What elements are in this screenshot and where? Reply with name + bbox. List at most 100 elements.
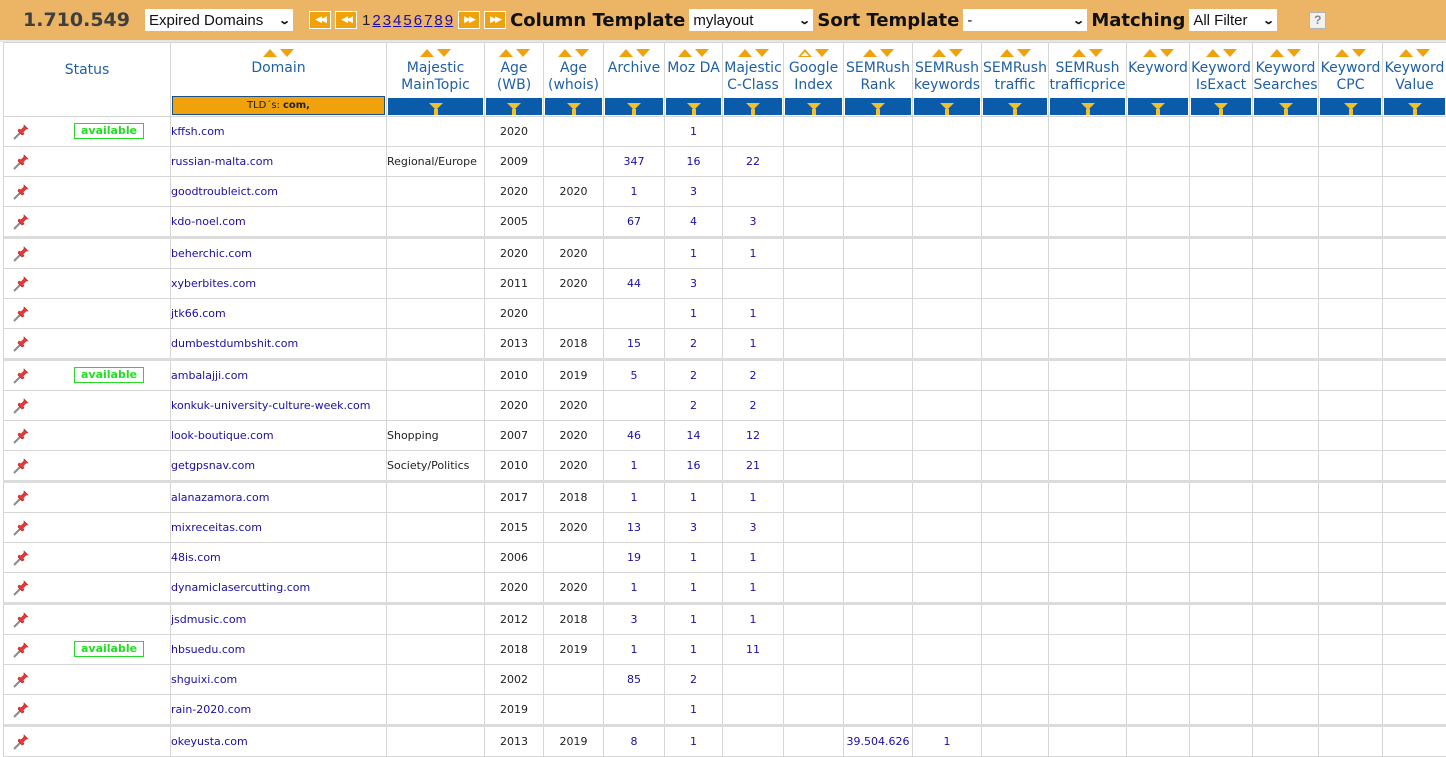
archive-link[interactable]: 1 — [631, 581, 638, 594]
archive-link[interactable]: 85 — [627, 673, 641, 686]
page-link[interactable]: 7 — [424, 12, 432, 29]
semrush-rank-link[interactable]: 39.504.626 — [847, 735, 910, 748]
archive-link[interactable]: 1 — [631, 491, 638, 504]
domain-link[interactable]: goodtroubleict.com — [171, 185, 278, 198]
column-filter-button[interactable] — [1254, 98, 1317, 115]
domain-link[interactable]: okeyusta.com — [171, 735, 248, 748]
semrush-keywords-link[interactable]: 1 — [944, 735, 951, 748]
domain-link[interactable]: rain-2020.com — [171, 703, 251, 716]
sort-ascending-icon[interactable] — [1143, 49, 1157, 57]
column-filter-button[interactable] — [545, 98, 602, 115]
sort-descending-icon[interactable] — [1223, 49, 1237, 57]
moz-da-link[interactable]: 1 — [690, 551, 697, 564]
page-link[interactable]: 3 — [383, 12, 391, 29]
domain-link[interactable]: jsdmusic.com — [171, 613, 246, 626]
sort-descending-icon[interactable] — [1416, 49, 1430, 57]
pin-icon[interactable] — [12, 457, 30, 475]
column-title[interactable]: SEMRush keywords — [913, 60, 981, 98]
column-filter-button[interactable] — [605, 98, 663, 115]
moz-da-link[interactable]: 1 — [690, 735, 697, 748]
domain-link[interactable]: getgpsnav.com — [171, 459, 255, 472]
sort-ascending-icon[interactable] — [738, 49, 752, 57]
cclass-link[interactable]: 12 — [746, 429, 760, 442]
cclass-link[interactable]: 2 — [750, 399, 757, 412]
cclass-link[interactable]: 1 — [750, 307, 757, 320]
sort-template-select[interactable]: - ⌄ — [963, 9, 1087, 31]
pin-icon[interactable] — [12, 427, 30, 445]
column-filter-button[interactable] — [1128, 98, 1188, 115]
column-title[interactable]: Keyword — [1127, 60, 1189, 98]
moz-da-link[interactable]: 1 — [690, 643, 697, 656]
archive-link[interactable]: 5 — [631, 369, 638, 382]
sort-ascending-icon[interactable] — [1270, 49, 1284, 57]
domain-link[interactable]: dumbestdumbshit.com — [171, 337, 298, 350]
archive-link[interactable]: 347 — [624, 155, 645, 168]
moz-da-link[interactable]: 2 — [690, 369, 697, 382]
column-filter-button[interactable] — [486, 98, 542, 115]
pin-icon[interactable] — [12, 489, 30, 507]
cclass-link[interactable]: 1 — [750, 491, 757, 504]
pin-icon[interactable] — [12, 153, 30, 171]
column-filter-button[interactable] — [785, 98, 842, 115]
pin-icon[interactable] — [12, 397, 30, 415]
matching-select[interactable]: All Filter ⌄ — [1189, 9, 1277, 31]
domain-link[interactable]: ambalajji.com — [171, 369, 248, 382]
pin-icon[interactable] — [12, 275, 30, 293]
column-title[interactable]: Archive — [604, 60, 664, 98]
moz-da-link[interactable]: 1 — [690, 247, 697, 260]
sort-descending-icon[interactable] — [755, 49, 769, 57]
domain-link[interactable]: beherchic.com — [171, 247, 252, 260]
domain-link[interactable]: konkuk-university-culture-week.com — [171, 399, 370, 412]
column-title[interactable]: Majestic C-Class — [723, 60, 783, 98]
sort-descending-icon[interactable] — [880, 49, 894, 57]
column-title[interactable]: SEMRush trafficprice — [1049, 60, 1126, 98]
domain-link[interactable]: shguixi.com — [171, 673, 237, 686]
moz-da-link[interactable]: 2 — [690, 337, 697, 350]
tld-filter[interactable]: TLD´s:com, — [172, 96, 385, 115]
page-link[interactable]: 9 — [445, 12, 453, 29]
cclass-link[interactable]: 1 — [750, 581, 757, 594]
cclass-link[interactable]: 21 — [746, 459, 760, 472]
cclass-link[interactable]: 1 — [750, 613, 757, 626]
domain-link[interactable]: 48is.com — [171, 551, 221, 564]
moz-da-link[interactable]: 3 — [690, 185, 697, 198]
column-title[interactable]: Keyword IsExact — [1190, 60, 1252, 98]
archive-link[interactable]: 46 — [627, 429, 641, 442]
previous-page-icon[interactable]: ◀◀ — [335, 11, 357, 29]
column-title[interactable]: SEMRush Rank — [844, 60, 912, 98]
archive-link[interactable]: 19 — [627, 551, 641, 564]
sort-descending-icon[interactable] — [1287, 49, 1301, 57]
archive-link[interactable]: 13 — [627, 521, 641, 534]
sort-ascending-icon[interactable] — [932, 49, 946, 57]
sort-ascending-icon[interactable] — [863, 49, 877, 57]
sort-descending-icon[interactable] — [636, 49, 650, 57]
column-title[interactable]: Age (whois) — [544, 60, 603, 98]
sort-ascending-icon[interactable] — [499, 49, 513, 57]
domain-link[interactable]: dynamiclasercutting.com — [171, 581, 310, 594]
cclass-link[interactable]: 11 — [746, 643, 760, 656]
help-icon[interactable]: ? — [1309, 12, 1326, 29]
moz-da-link[interactable]: 14 — [687, 429, 701, 442]
sort-descending-icon[interactable] — [1017, 49, 1031, 57]
column-title[interactable]: SEMRush traffic — [982, 60, 1048, 98]
archive-link[interactable]: 44 — [627, 277, 641, 290]
first-page-icon[interactable]: ◀◀ — [309, 11, 331, 29]
sort-ascending-icon[interactable] — [1206, 49, 1220, 57]
archive-link[interactable]: 15 — [627, 337, 641, 350]
cclass-link[interactable]: 3 — [750, 215, 757, 228]
domain-link[interactable]: jtk66.com — [171, 307, 226, 320]
sort-descending-icon[interactable] — [695, 49, 709, 57]
pin-icon[interactable] — [12, 579, 30, 597]
column-filter-button[interactable] — [1320, 98, 1381, 115]
column-template-select[interactable]: mylayout ⌄ — [689, 9, 813, 31]
domain-link[interactable]: mixreceitas.com — [171, 521, 262, 534]
sort-ascending-icon[interactable] — [1335, 49, 1349, 57]
page-link[interactable]: 5 — [403, 12, 411, 29]
column-filter-button[interactable] — [388, 98, 483, 115]
cclass-link[interactable]: 1 — [750, 337, 757, 350]
column-title[interactable]: Google Index — [784, 60, 843, 98]
cclass-link[interactable]: 22 — [746, 155, 760, 168]
pin-icon[interactable] — [12, 641, 30, 659]
pin-icon[interactable] — [12, 733, 30, 751]
moz-da-link[interactable]: 1 — [690, 581, 697, 594]
